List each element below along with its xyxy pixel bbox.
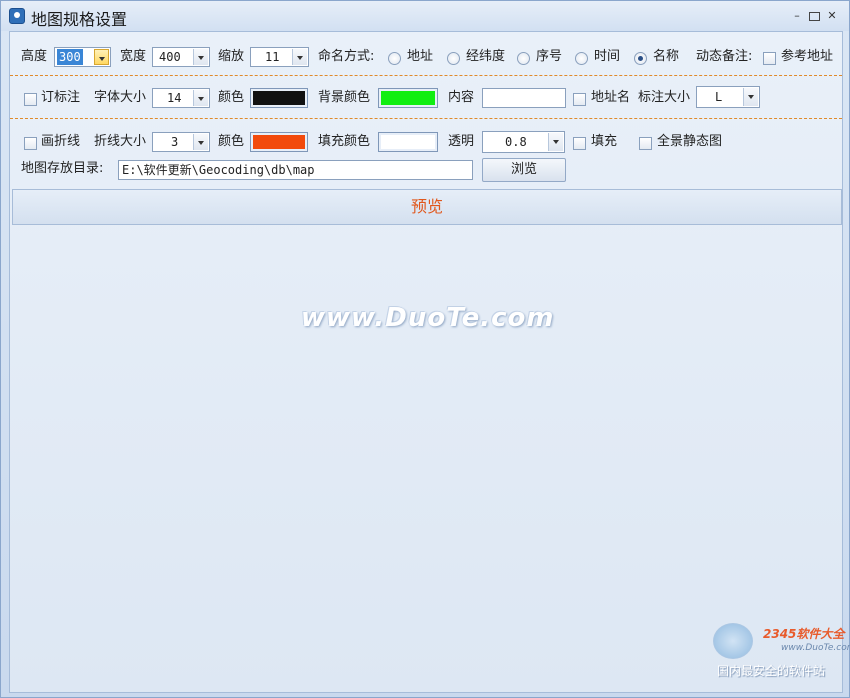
panorama-label: 全景静态图 [657, 134, 723, 149]
label-size-value: L [715, 90, 723, 104]
browse-button[interactable]: 浏览 [482, 158, 566, 182]
brand-slogan: 国内最安全的软件站 [717, 664, 826, 678]
settings-panel: 高度 300 宽度 400 缩放 11 命名方式: 地址 经纬度 序号 时间 名… [9, 31, 843, 693]
chevron-down-icon[interactable] [548, 133, 563, 151]
naming-option-latlng: 经纬度 [466, 49, 506, 64]
line-size-label: 折线大小 [94, 134, 147, 149]
line-size-select[interactable]: 3 [152, 132, 210, 152]
section-divider [10, 75, 842, 76]
width-value: 400 [159, 50, 181, 64]
fill-checkbox[interactable] [573, 137, 586, 150]
text-color-label: 颜色 [218, 90, 245, 105]
zoom-label: 缩放 [218, 49, 245, 64]
opacity-value: 0.8 [505, 135, 527, 149]
zoom-value: 11 [265, 50, 280, 64]
content-input[interactable] [482, 88, 566, 108]
ref-address-label: 参考地址 [781, 49, 834, 64]
naming-option-name: 名称 [653, 49, 680, 64]
text-color-swatch[interactable] [250, 88, 308, 108]
window-title: 地图规格设置 [31, 10, 128, 29]
annotate-checkbox[interactable] [24, 93, 37, 106]
width-select[interactable]: 400 [152, 47, 210, 67]
panorama-checkbox[interactable] [639, 137, 652, 150]
app-icon [9, 8, 25, 24]
fill-color-swatch[interactable] [378, 132, 438, 152]
ref-address-checkbox[interactable] [763, 52, 776, 65]
text-color-fill [253, 91, 305, 105]
height-label: 高度 [21, 49, 48, 64]
chevron-down-icon[interactable] [94, 49, 109, 65]
naming-radio-time[interactable] [575, 52, 588, 65]
zoom-select[interactable]: 11 [250, 47, 309, 67]
annotate-label: 订标注 [41, 90, 81, 105]
naming-radio-serial[interactable] [517, 52, 530, 65]
address-name-label: 地址名 [591, 90, 631, 105]
font-size-value: 14 [167, 91, 182, 105]
fill-color-fill [381, 135, 435, 149]
dir-input[interactable]: E:\软件更新\Geocoding\db\map [118, 160, 473, 180]
maximize-icon[interactable] [809, 12, 820, 21]
brand-logo-text: 2345软件大全 [763, 627, 845, 641]
close-icon[interactable]: ✕ [826, 10, 838, 22]
fill-color-label: 填充颜色 [318, 134, 371, 149]
naming-radio-address[interactable] [388, 52, 401, 65]
naming-radio-latlng[interactable] [447, 52, 460, 65]
naming-option-address: 地址 [407, 49, 434, 64]
polyline-checkbox[interactable] [24, 137, 37, 150]
height-value: 300 [57, 49, 83, 65]
dir-label: 地图存放目录: [21, 161, 104, 176]
label-size-select[interactable]: L [696, 86, 760, 108]
chevron-down-icon[interactable] [193, 49, 208, 65]
bg-color-fill [381, 91, 435, 105]
content-label: 内容 [448, 90, 475, 105]
line-color-swatch[interactable] [250, 132, 308, 152]
chevron-down-icon[interactable] [193, 134, 208, 150]
chevron-down-icon[interactable] [193, 90, 208, 106]
line-size-value: 3 [171, 135, 179, 149]
polyline-label: 画折线 [41, 134, 81, 149]
address-name-checkbox[interactable] [573, 93, 586, 106]
font-size-label: 字体大小 [94, 90, 147, 105]
opacity-select[interactable]: 0.8 [482, 131, 565, 153]
height-select[interactable]: 300 [54, 47, 111, 67]
naming-label: 命名方式: [318, 49, 375, 64]
line-color-fill [253, 135, 305, 149]
naming-option-time: 时间 [594, 49, 621, 64]
line-color-label: 颜色 [218, 134, 245, 149]
brand-logo: 2345软件大全 www.DuoTe.com 国内最安全的软件站 [713, 623, 850, 679]
brand-logo-url: www.DuoTe.com [781, 643, 850, 653]
chevron-down-icon[interactable] [292, 49, 307, 65]
opacity-label: 透明 [448, 134, 475, 149]
app-window: 地图规格设置 – ✕ 高度 300 宽度 400 缩放 11 命名方式: 地址 … [0, 0, 850, 698]
naming-option-serial: 序号 [536, 49, 563, 64]
width-label: 宽度 [120, 49, 147, 64]
mascot-icon [713, 623, 753, 659]
title-bar: 地图规格设置 – ✕ [1, 1, 849, 31]
fill-label: 填充 [591, 134, 618, 149]
preview-button[interactable]: 预览 [12, 189, 842, 225]
label-size-label: 标注大小 [638, 90, 691, 105]
naming-radio-name[interactable] [634, 52, 647, 65]
bg-color-swatch[interactable] [378, 88, 438, 108]
section-divider [10, 118, 842, 119]
dynamic-note-label: 动态备注: [696, 49, 753, 64]
minimize-icon[interactable]: – [791, 10, 803, 22]
chevron-down-icon[interactable] [743, 88, 758, 106]
font-size-select[interactable]: 14 [152, 88, 210, 108]
watermark-text: www.DuoTe.com [301, 303, 555, 333]
dir-value: E:\软件更新\Geocoding\db\map [122, 163, 315, 177]
bg-color-label: 背景颜色 [318, 90, 371, 105]
